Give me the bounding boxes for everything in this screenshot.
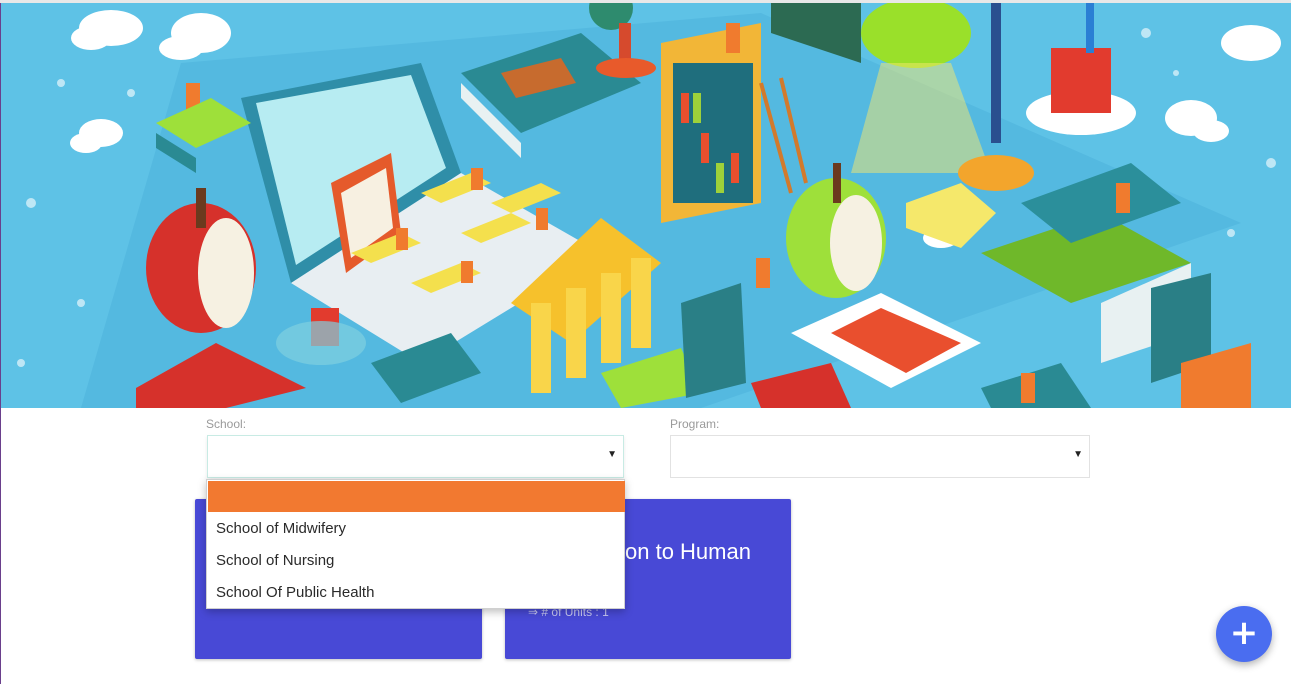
dropdown-option-nursing[interactable]: School of Nursing — [216, 552, 334, 569]
dropdown-option-midwifery[interactable]: School of Midwifery — [216, 520, 346, 537]
dropdown-option-public-health[interactable]: School Of Public Health — [216, 584, 374, 601]
plus-icon: + — [1229, 613, 1259, 653]
add-button[interactable]: + — [1216, 606, 1272, 662]
program-label: Program: — [670, 417, 720, 431]
school-dropdown-list: School of Midwifery School of Nursing Sc… — [206, 479, 625, 609]
school-select[interactable]: ▼ — [207, 435, 624, 478]
program-select[interactable]: ▼ — [670, 435, 1090, 478]
banner-illustration — [1, 3, 1291, 408]
course-card-title: on to Human — [625, 539, 751, 564]
chevron-down-icon: ▼ — [1073, 449, 1083, 460]
dropdown-option-empty-highlighted[interactable] — [208, 481, 625, 512]
chevron-down-icon: ▼ — [607, 449, 617, 460]
school-label: School: — [206, 417, 247, 431]
